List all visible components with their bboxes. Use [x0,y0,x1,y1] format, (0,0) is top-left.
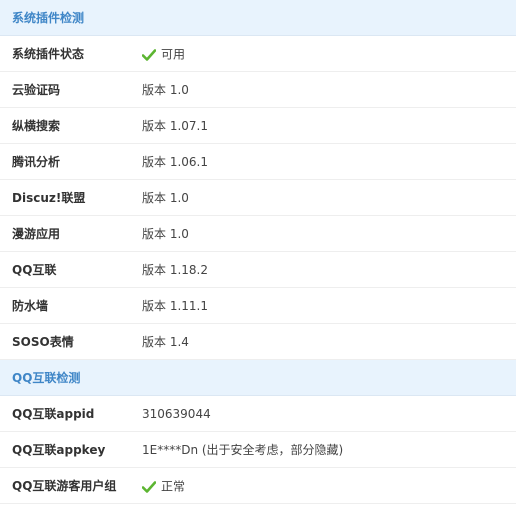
row-label: QQ互联游客用户组 [12,479,117,493]
section-header-qq-connect: QQ互联检测 [0,360,516,396]
row-discuz-union: Discuz!联盟 版本 1.0 [0,180,516,216]
row-soso-emoticons: SOSO表情 版本 1.4 [0,324,516,360]
row-qq-guest-group: QQ互联游客用户组 正常 [0,468,516,504]
row-label: 纵横搜索 [12,119,61,133]
row-value: 310639044 [142,407,211,421]
row-label: QQ互联appid [12,407,95,421]
row-tencent-analytics: 腾讯分析 版本 1.06.1 [0,144,516,180]
row-qq-connect: QQ互联 版本 1.18.2 [0,252,516,288]
row-cloud-captcha: 云验证码 版本 1.0 [0,72,516,108]
row-search: 纵横搜索 版本 1.07.1 [0,108,516,144]
plugin-check-panel: 系统插件检测 系统插件状态 可用 云验证码 版本 1.0 纵横搜索 版本 1.0… [0,0,516,520]
row-roaming-apps: 漫游应用 版本 1.0 [0,216,516,252]
row-label: 腾讯分析 [12,155,61,169]
row-qq-appid: QQ互联appid 310639044 [0,396,516,432]
row-label: 系统插件状态 [12,47,85,61]
status-text: 可用 [161,47,186,62]
row-label: QQ互联 [12,263,57,277]
row-label: 云验证码 [12,83,61,97]
status-text: 正常 [161,479,186,494]
row-value: 版本 1.0 [142,191,189,205]
check-icon [142,480,156,493]
row-label: QQ互联appkey [12,443,106,457]
row-firewall: 防水墙 版本 1.11.1 [0,288,516,324]
row-label: Discuz!联盟 [12,191,86,205]
row-value: 版本 1.18.2 [142,263,208,277]
row-system-plugin-status: 系统插件状态 可用 [0,36,516,72]
row-value: 版本 1.06.1 [142,155,208,169]
row-value: 正常 [142,468,185,505]
row-value: 版本 1.0 [142,227,189,241]
section-title: QQ互联检测 [12,371,81,385]
row-value: 1E****Dn (出于安全考虑，部分隐藏) [142,443,344,457]
row-label: 漫游应用 [12,227,61,241]
section-title: 系统插件检测 [12,11,85,25]
row-value: 版本 1.4 [142,335,189,349]
row-qq-appkey: QQ互联appkey 1E****Dn (出于安全考虑，部分隐藏) [0,432,516,468]
row-value: 版本 1.0 [142,83,189,97]
row-label: 防水墙 [12,299,49,313]
check-icon [142,48,156,61]
section-header-system-plugins: 系统插件检测 [0,0,516,36]
row-value: 版本 1.11.1 [142,299,208,313]
row-label: SOSO表情 [12,335,74,349]
row-value: 版本 1.07.1 [142,119,208,133]
row-value: 可用 [142,36,185,73]
